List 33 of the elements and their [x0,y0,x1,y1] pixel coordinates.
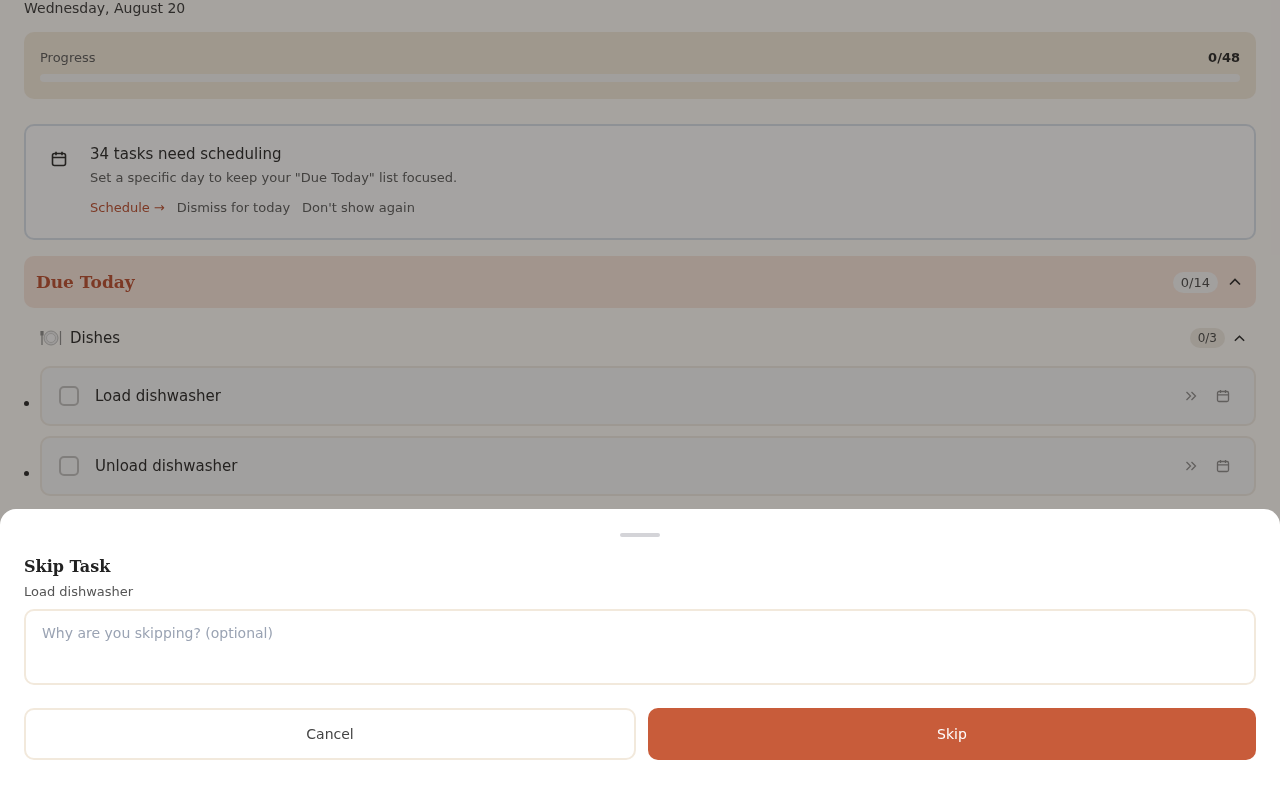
calendar-icon[interactable] [1216,459,1230,473]
reason-field[interactable]: Why are you skipping? (optional) [24,609,1256,685]
count-badge: 0/14 [1172,271,1218,293]
drag-handle[interactable] [620,533,660,537]
group-name[interactable]: Dishes [70,329,121,347]
task-name: Unload dishwasher [95,457,238,475]
calendar-icon[interactable] [1216,389,1230,403]
task-checkbox[interactable] [59,386,79,406]
task-card[interactable]: Unload dishwasher [40,436,1256,496]
notice-text: Set a specific day to keep your "Due Today" list focused. [90,169,458,187]
double-chevron-icon[interactable] [1184,389,1198,403]
sheet-title: Skip Task [24,557,112,576]
double-chevron-icon[interactable] [1184,459,1198,473]
bullet-dot [24,400,29,406]
notice-title: 34 tasks need scheduling [90,144,283,165]
section-header[interactable]: Due Today 0/14 [24,256,1256,308]
bullet-dot [24,470,29,476]
task-card[interactable]: Load dishwasher [40,366,1256,426]
cancel-button[interactable]: Cancel [24,708,636,760]
notice-action-link[interactable]: Schedule → [90,199,165,217]
task-name: Load dishwasher [95,387,221,405]
plate-icon [40,328,62,348]
skip-button[interactable]: Skip [648,708,1256,760]
notice-action-link[interactable]: Dismiss for today [176,199,291,217]
section-title: Due Today [36,272,135,292]
count-badge: 0/3 [1189,328,1225,348]
task-checkbox[interactable] [59,456,79,476]
calendar-icon [50,150,68,168]
progress-count: 0/48 [1208,49,1240,67]
sheet-subtitle: Load dishwasher [24,584,135,599]
notice-action-link[interactable]: Don't show again [302,199,415,217]
date-heading: Wednesday, August 20 [24,0,187,16]
progress-label: Progress [40,49,96,67]
